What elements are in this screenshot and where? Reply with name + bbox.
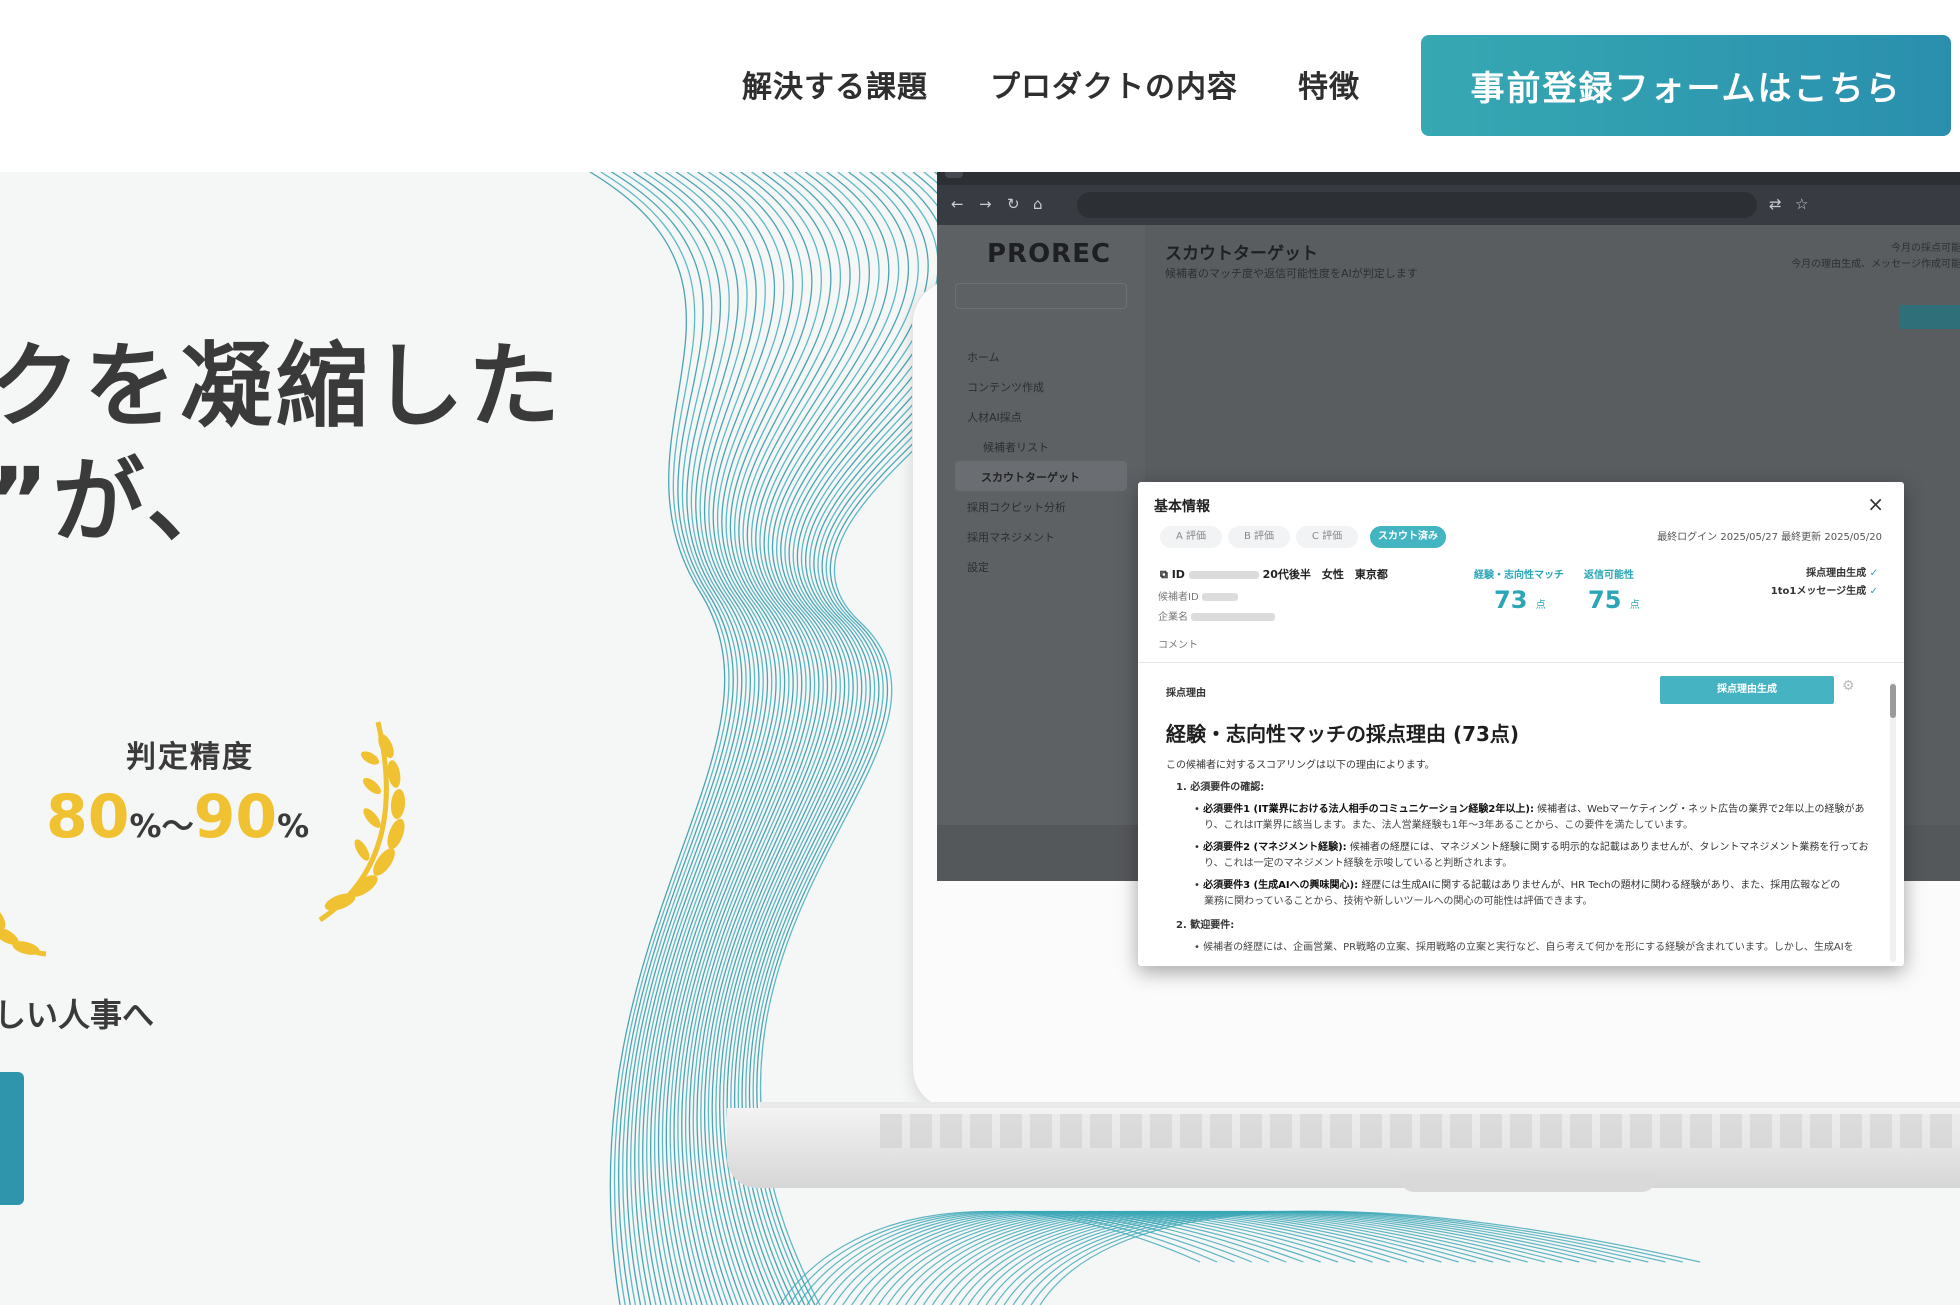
id-label: ID [1171,568,1185,581]
requirement-2-cont: り、これは一定のマネジメント経験を示唆していると判断されます。 [1204,858,1513,869]
requirement-1-cont: り、これはIT業界に該当します。また、法人営業経験も1年～3年あることから、この… [1204,820,1694,831]
blurred-value [1201,593,1238,601]
requirement-3-cont: 業務に関わっていることから、技術や新しいツールへの関心の可能性は評価できます。 [1204,896,1593,907]
match-score-label: 経験・志向性マッチ [1474,570,1564,581]
company-field: 企業名 [1158,608,1276,623]
sidebar-item-ai-scoring[interactable]: 人材AI採点 [967,409,1022,425]
accuracy-label: 判定精度 [126,740,254,775]
close-icon[interactable]: × [1867,492,1884,516]
page-title: スカウトターゲット [1165,244,1318,264]
percent-sign: % [129,807,162,845]
generate-reason-button[interactable]: 採点理由生成 [1660,676,1834,704]
reply-score-value: 75 点 [1588,586,1640,614]
reload-icon[interactable]: ↻ [1007,195,1020,213]
login-meta: 最終ログイン 2025/05/27 最終更新 2025/05/20 [1657,532,1882,543]
chip-b-rating[interactable]: B 評価 [1228,526,1290,548]
sidebar-item-home[interactable]: ホーム [967,349,1000,365]
hero-subtext: しい人事へ [0,996,155,1034]
address-bar[interactable] [1077,192,1757,218]
check-message-generated: 1to1メッセージ生成 ✓ [1770,586,1878,597]
table-header-bar [1899,305,1960,329]
gear-icon[interactable]: ⚙ [1842,678,1855,694]
candidate-profile: 20代後半 女性 東京都 [1262,568,1388,581]
nav-link-product[interactable]: プロダクトの内容 [990,62,1238,106]
home-icon[interactable]: ⌂ [1033,195,1043,213]
app-sidebar: PROREC ホーム コンテンツ作成 人材AI採点 候補者リスト スカウトターゲ… [937,225,1145,881]
modal-title: 基本情報 [1154,499,1210,515]
match-score-value: 73 点 [1494,586,1546,614]
reply-score-label: 返信可能性 [1584,570,1634,581]
candidate-id-row: ⧉ ID 20代後半 女性 東京都 [1160,566,1388,582]
sidebar-select[interactable] [955,283,1127,309]
sidebar-item-cockpit[interactable]: 採用コクピット分析 [967,499,1066,515]
candidate-detail-modal: 基本情報 × A 評価 B 評価 C 評価 スカウト済み 最終ログイン 2025… [1138,482,1904,966]
star-icon[interactable]: ☆ [1795,195,1808,213]
back-icon[interactable]: ← [951,195,964,213]
sidebar-item-scout-target[interactable]: スカウトターゲット [955,461,1127,491]
nav-link-features[interactable]: 特徴 [1298,62,1360,106]
tilde: ～ [161,807,194,845]
requirement-1: • 必須要件1 (IT業界における法人相手のコミュニケーション経験2年以上): … [1194,804,1865,815]
blurred-value [1191,613,1276,621]
reason-heading: 経験・志向性マッチの採点理由 (73点) [1166,722,1520,746]
preregister-button[interactable]: 事前登録フォームはこちら [1421,35,1951,136]
sidebar-item-candidates[interactable]: 候補者リスト [983,439,1049,455]
quota-note-2: 今月の理由生成、メッセージ作成可能 [1791,259,1960,270]
requirement-3: • 必須要件3 (生成AIへの興味関心): 経歴には生成AIに関する記載はありま… [1194,880,1841,891]
sidebar-item-management[interactable]: 採用マネジメント [967,529,1055,545]
site-header: 解決する課題 プロダクトの内容 特徴 事前登録フォームはこちら [0,0,1960,172]
accuracy-value: 80%～90% [46,782,309,852]
reason-intro: この候補者に対するスコアリングは以下の理由によります。 [1166,760,1435,771]
accuracy-from: 80 [46,782,130,852]
page-subtitle: 候補者のマッチ度や返信可能性度をAIが判定します [1165,267,1418,280]
candidate-id-field: 候補者ID [1158,588,1238,603]
section-label: 採点理由 [1166,688,1206,699]
blurred-id [1188,571,1259,579]
scrollbar-track[interactable] [1890,682,1896,962]
quota-note-1: 今月の採点可能 [1891,243,1960,254]
chip-a-rating[interactable]: A 評価 [1160,526,1222,548]
laptop-keyboard [880,1114,1960,1148]
accuracy-to: 90 [193,782,278,852]
chip-scouted[interactable]: スカウト済み [1370,526,1446,548]
hero-cta-button[interactable] [0,1072,24,1205]
external-link-icon[interactable]: ⧉ [1160,568,1172,581]
comment-field: コメント [1158,640,1198,651]
hero-headline-line2: ”が、 [0,448,243,555]
sidebar-item-settings[interactable]: 設定 [967,559,989,575]
sidebar-item-content[interactable]: コンテンツ作成 [967,379,1044,395]
divider [1138,662,1904,663]
app-logo: PROREC [987,239,1112,269]
chip-c-rating[interactable]: C 評価 [1296,526,1358,548]
hero-headline-line1: クを凝縮した [0,333,565,440]
nav-link-issues[interactable]: 解決する課題 [742,62,928,106]
check-reason-generated: 採点理由生成 ✓ [1806,568,1878,579]
requirement-2: • 必須要件2 (マネジメント経験): 候補者の経歴には、マネジメント経験に関す… [1194,842,1869,853]
scrollbar-thumb[interactable] [1890,684,1896,718]
laptop-notch [1400,1172,1656,1192]
browser-toolbar: ← → ↻ ⌂ ⇄ ☆ [937,185,1960,225]
company-label: 企業名 [1158,612,1188,623]
welcome-requirement: • 候補者の経歴には、企画営業、PR戦略の立案、採用戦略の立案と実行など、自ら考… [1194,942,1854,953]
percent-sign: % [277,807,310,845]
laurel-right-icon [318,721,406,923]
list-title-welcome: 2. 歓迎要件: [1176,920,1235,931]
forward-icon[interactable]: → [979,195,992,213]
translate-icon[interactable]: ⇄ [1769,195,1782,213]
list-title-required: 1. 必須要件の確認: [1176,782,1265,793]
candidate-id-label: 候補者ID [1158,592,1199,603]
